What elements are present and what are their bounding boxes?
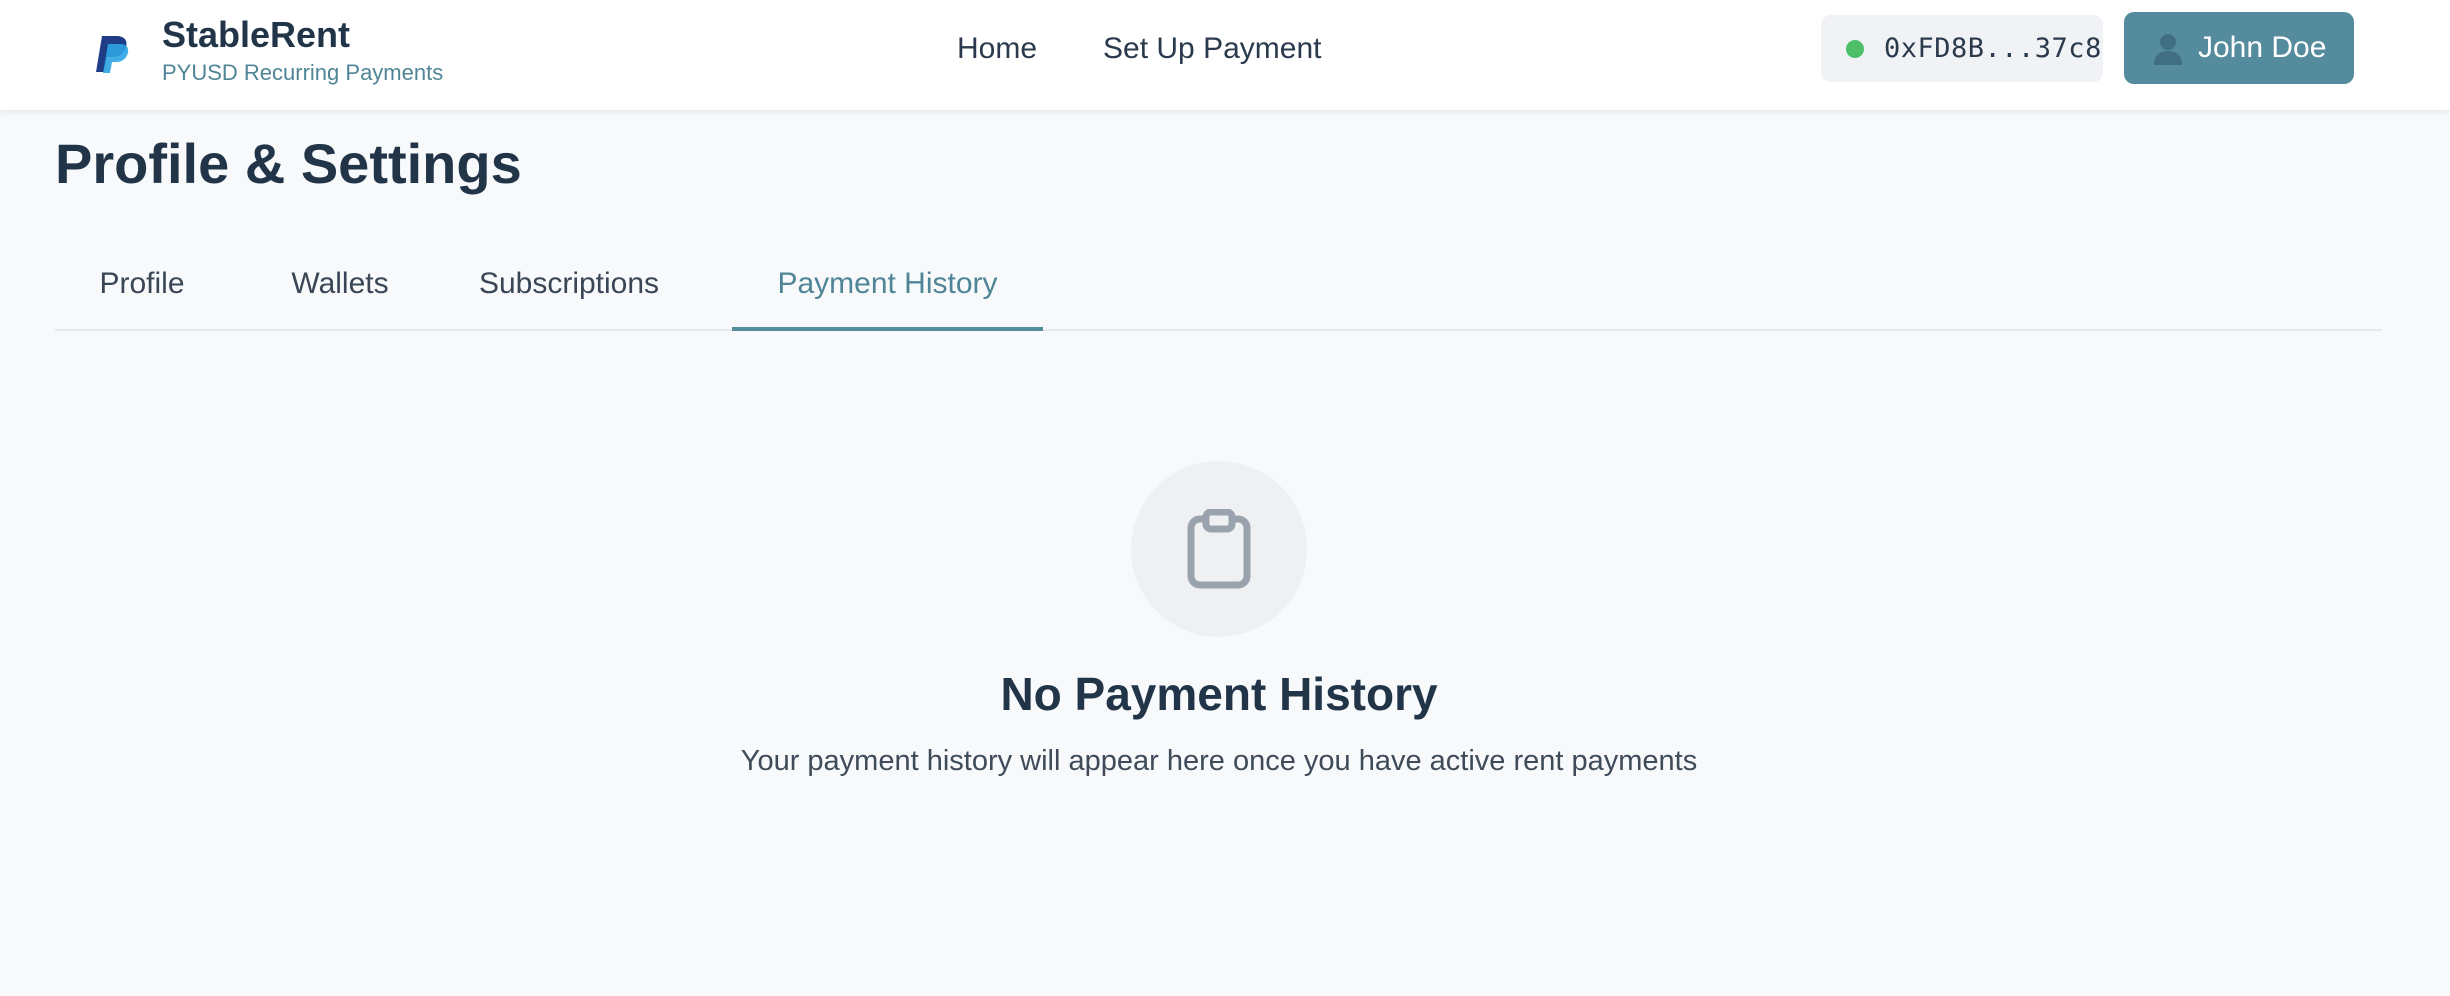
empty-state-title: No Payment History (1000, 668, 1438, 720)
empty-state-description: Your payment history will appear here on… (740, 745, 1698, 777)
brand-tagline: PYUSD Recurring Payments (162, 60, 444, 85)
empty-state-icon-container (1131, 461, 1307, 637)
paypal-logo-icon (96, 36, 129, 73)
wallet-address: 0xFD8B...37c8 (1884, 33, 2102, 64)
brand[interactable]: StableRent PYUSD Recurring Payments (92, 14, 443, 88)
user-name: John Doe (2198, 31, 2327, 64)
user-menu-button[interactable]: John Doe (2124, 12, 2354, 84)
brand-name: StableRent (162, 14, 351, 55)
page-title: Profile & Settings (55, 132, 522, 195)
settings-tabs: Profile Wallets Subscriptions Payment Hi… (55, 255, 2382, 331)
tab-profile[interactable]: Profile (55, 255, 229, 331)
tab-subscriptions[interactable]: Subscriptions (454, 255, 684, 331)
connection-status-dot (1846, 39, 1864, 58)
wallet-address-chip[interactable]: 0xFD8B...37c8 (1821, 15, 2103, 82)
nav-link-home[interactable]: Home (957, 30, 1037, 68)
nav-link-set-up-payment[interactable]: Set Up Payment (1103, 30, 1321, 68)
clipboard-icon (1187, 509, 1251, 589)
main-nav: Home Set Up Payment (957, 30, 1387, 68)
tab-wallets[interactable]: Wallets (260, 255, 420, 331)
user-icon (2154, 34, 2182, 65)
top-navigation-bar: StableRent PYUSD Recurring Payments Home… (0, 0, 2450, 110)
tab-payment-history[interactable]: Payment History (732, 255, 1043, 331)
